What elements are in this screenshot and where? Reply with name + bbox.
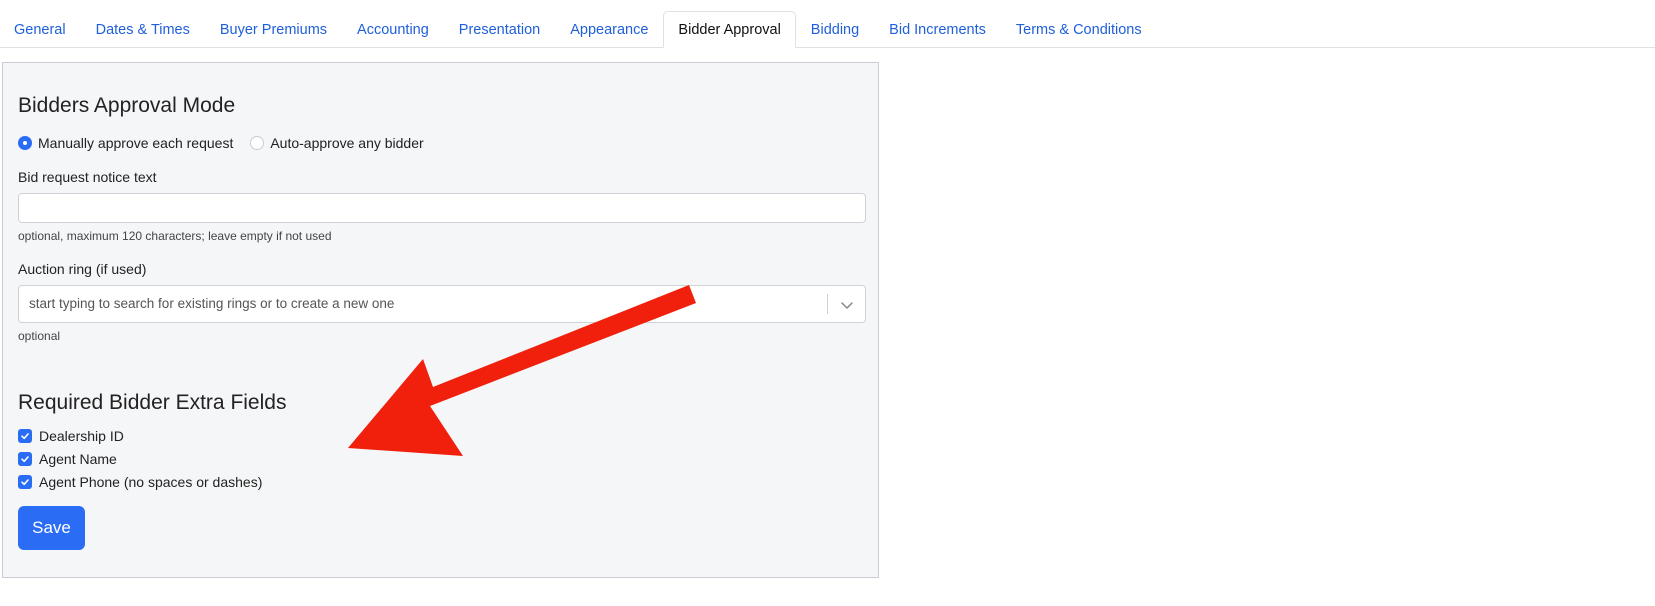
tab-bidder-approval[interactable]: Bidder Approval <box>663 11 796 48</box>
extra-field-row: Agent Name <box>18 449 117 469</box>
annotation-arrow-icon <box>348 285 696 456</box>
tab-bar: General Dates & Times Buyer Premiums Acc… <box>0 0 1655 48</box>
dealership-id-label[interactable]: Dealership ID <box>39 428 124 444</box>
tab-general[interactable]: General <box>0 11 81 48</box>
tab-accounting[interactable]: Accounting <box>342 11 444 48</box>
manual-approve-radio[interactable] <box>18 136 32 150</box>
dealership-id-checkbox[interactable] <box>18 429 32 443</box>
tab-appearance[interactable]: Appearance <box>555 11 663 48</box>
notice-text-label: Bid request notice text <box>18 169 157 185</box>
tab-bidding[interactable]: Bidding <box>796 11 874 48</box>
approval-mode-heading: Bidders Approval Mode <box>18 94 236 117</box>
page: General Dates & Times Buyer Premiums Acc… <box>0 0 1655 606</box>
agent-name-label[interactable]: Agent Name <box>39 451 117 467</box>
select-divider <box>827 294 828 314</box>
notice-text-input[interactable] <box>18 193 866 223</box>
tab-dates-times[interactable]: Dates & Times <box>81 11 205 48</box>
notice-text-help: optional, maximum 120 characters; leave … <box>18 229 332 243</box>
extra-field-row: Agent Phone (no spaces or dashes) <box>18 472 262 492</box>
tab-buyer-premiums[interactable]: Buyer Premiums <box>205 11 342 48</box>
auto-approve-label[interactable]: Auto-approve any bidder <box>270 135 423 151</box>
extra-field-row: Dealership ID <box>18 426 124 446</box>
manual-approve-label[interactable]: Manually approve each request <box>38 135 233 151</box>
check-icon <box>21 479 29 486</box>
auction-ring-help: optional <box>18 329 61 343</box>
auction-ring-label: Auction ring (if used) <box>18 261 147 277</box>
check-icon <box>21 433 29 440</box>
auto-approve-radio[interactable] <box>250 136 265 150</box>
tab-presentation[interactable]: Presentation <box>444 11 555 48</box>
approval-mode-options: Manually approve each request Auto-appro… <box>18 133 441 153</box>
agent-phone-checkbox[interactable] <box>18 475 32 489</box>
agent-phone-label[interactable]: Agent Phone (no spaces or dashes) <box>39 474 262 490</box>
extra-fields-heading: Required Bidder Extra Fields <box>18 391 287 414</box>
tab-terms-conditions[interactable]: Terms & Conditions <box>1001 11 1157 48</box>
tab-bid-increments[interactable]: Bid Increments <box>874 11 1001 48</box>
chevron-down-icon[interactable] <box>839 297 855 313</box>
save-button[interactable]: Save <box>18 506 85 550</box>
check-icon <box>21 456 29 463</box>
agent-name-checkbox[interactable] <box>18 452 32 466</box>
